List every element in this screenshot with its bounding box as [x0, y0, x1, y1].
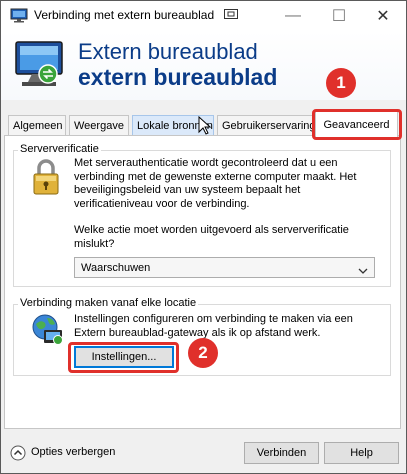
help-button[interactable]: Help: [324, 442, 399, 464]
options-toggle-label[interactable]: Opties verbergen: [31, 446, 115, 458]
chevron-up-circle-icon[interactable]: [10, 445, 26, 461]
gateway-globe-icon: [30, 312, 64, 346]
connect-button[interactable]: Verbinden: [244, 442, 319, 464]
connect-anywhere-legend: Verbinding maken vanaf elke locatie: [18, 297, 199, 309]
banner-title-line2: extern bureaublad: [78, 64, 278, 90]
window-title: Verbinding met extern bureaublad: [34, 8, 215, 22]
tab-weergave[interactable]: Weergave: [69, 115, 129, 135]
padlock-icon: [30, 158, 62, 198]
callout-badge-2: 2: [188, 338, 218, 368]
server-auth-selected-value: Waarschuwen: [81, 261, 151, 274]
banner-title-line1: Extern bureaublad: [78, 39, 258, 64]
connect-anywhere-description: Instellingen configureren om verbinding …: [74, 313, 353, 339]
server-auth-action-select[interactable]: Waarschuwen: [74, 257, 375, 278]
tab-algemeen[interactable]: Algemeen: [8, 115, 66, 135]
tab-gebruikerservaring[interactable]: Gebruikerservaring: [217, 115, 313, 135]
callout-highlight-advanced-tab: [312, 109, 402, 140]
close-button[interactable]: ✕: [360, 1, 406, 31]
minimize-button[interactable]: —: [270, 1, 316, 31]
remote-desktop-logo-icon: [12, 38, 70, 90]
pin-icon[interactable]: [224, 9, 238, 21]
mouse-cursor-icon: [198, 115, 212, 136]
callout-highlight-settings-button: [68, 342, 179, 373]
chevron-down-icon[interactable]: [358, 264, 368, 274]
server-auth-question: Welke actie moet worden uitgevoerd als s…: [74, 224, 349, 250]
server-auth-description: Met serverauthenticatie wordt gecontrole…: [74, 157, 357, 210]
app-icon: [10, 8, 28, 23]
maximize-button[interactable]: ☐: [316, 1, 362, 31]
server-auth-legend: Serververificatie: [18, 143, 101, 155]
callout-badge-1: 1: [326, 68, 356, 98]
